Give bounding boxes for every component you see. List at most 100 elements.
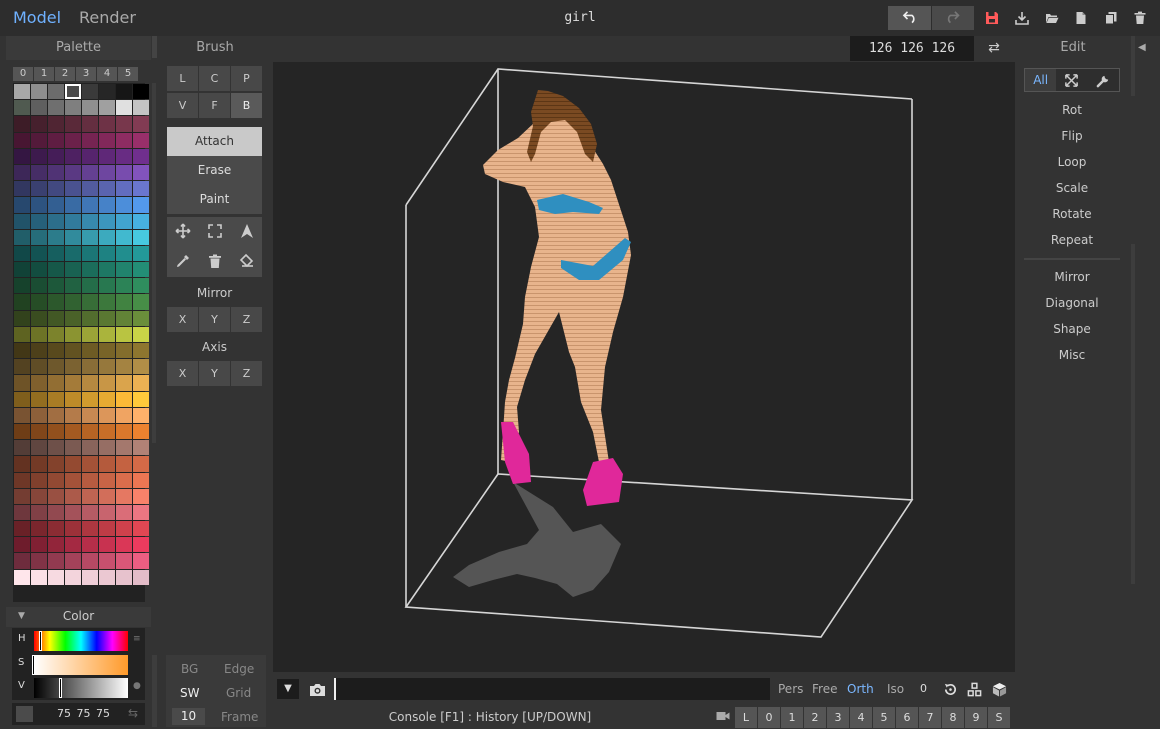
tool-attach[interactable]: Attach bbox=[167, 127, 262, 156]
palette-swatch[interactable] bbox=[65, 148, 81, 164]
palette-swatch[interactable] bbox=[65, 521, 81, 537]
screenshot-button[interactable] bbox=[306, 679, 328, 699]
redo-button[interactable] bbox=[932, 6, 974, 30]
palette-swatch[interactable] bbox=[133, 488, 149, 504]
palette-swatch[interactable] bbox=[48, 164, 64, 181]
edit-item-diagonal[interactable]: Diagonal bbox=[1024, 296, 1120, 310]
edit-item-loop[interactable]: Loop bbox=[1024, 155, 1120, 169]
palette-swatch[interactable] bbox=[48, 472, 64, 488]
palette-swatch[interactable] bbox=[31, 521, 47, 537]
palette-swatch[interactable] bbox=[31, 197, 47, 213]
palette-swatch[interactable] bbox=[65, 375, 81, 391]
palette-swatch[interactable] bbox=[14, 456, 30, 472]
palette-swatch[interactable] bbox=[65, 326, 81, 342]
palette-swatch[interactable] bbox=[99, 391, 115, 407]
snapshot-slot[interactable]: 1 bbox=[781, 707, 803, 728]
palette-swatch[interactable] bbox=[31, 148, 47, 164]
new-file-button[interactable] bbox=[1071, 6, 1091, 30]
palette-swatch[interactable] bbox=[116, 181, 132, 197]
palette-swatch[interactable] bbox=[133, 229, 149, 245]
palette-swatch[interactable] bbox=[14, 521, 30, 537]
palette-swatch[interactable] bbox=[65, 116, 81, 132]
palette-swatch[interactable] bbox=[65, 278, 81, 294]
palette-swatch[interactable] bbox=[48, 488, 64, 504]
brush-shape-b[interactable]: B bbox=[231, 93, 262, 118]
palette-swatch[interactable] bbox=[65, 181, 81, 197]
palette-swatch[interactable] bbox=[133, 343, 149, 359]
palette-swatch[interactable] bbox=[133, 407, 149, 423]
snapshot-slot[interactable]: 3 bbox=[827, 707, 849, 728]
palette-swatch[interactable] bbox=[31, 569, 47, 585]
palette-swatch[interactable] bbox=[116, 262, 132, 278]
palette-swatch[interactable] bbox=[65, 245, 81, 262]
model-dimensions[interactable]: 126 126 126 bbox=[850, 36, 974, 61]
brush-shape-c[interactable]: C bbox=[199, 66, 230, 91]
frame-label[interactable]: Frame bbox=[221, 710, 258, 724]
palette-swatch[interactable] bbox=[14, 164, 30, 181]
palette-swatch[interactable] bbox=[65, 310, 81, 326]
palette-swatch[interactable] bbox=[14, 326, 30, 342]
palette-swatch[interactable] bbox=[31, 229, 47, 245]
palette-swatch[interactable] bbox=[48, 391, 64, 407]
palette-swatch[interactable] bbox=[65, 456, 81, 472]
edit-item-shape[interactable]: Shape bbox=[1024, 322, 1120, 336]
palette-swatch[interactable] bbox=[99, 116, 115, 132]
palette-swatch[interactable] bbox=[31, 326, 47, 342]
palette-swatch[interactable] bbox=[99, 440, 115, 456]
palette-swatch[interactable] bbox=[116, 229, 132, 245]
palette-swatch[interactable] bbox=[133, 456, 149, 472]
palette-swatch[interactable] bbox=[82, 440, 98, 456]
palette-swatch[interactable] bbox=[65, 391, 81, 407]
palette-swatch[interactable] bbox=[48, 262, 64, 278]
palette-swatch[interactable] bbox=[116, 521, 132, 537]
palette-swatch[interactable] bbox=[31, 132, 47, 148]
mirror-z-button[interactable]: Z bbox=[231, 307, 262, 332]
palette-swatch[interactable] bbox=[65, 359, 81, 375]
palette-swatch[interactable] bbox=[116, 343, 132, 359]
palette-swatch[interactable] bbox=[65, 262, 81, 278]
palette-swatch[interactable] bbox=[65, 537, 81, 553]
mode-render-tab[interactable]: Render bbox=[79, 8, 136, 27]
palette-swatch[interactable] bbox=[116, 375, 132, 391]
palette-swatch[interactable] bbox=[14, 100, 30, 116]
palette-swatch[interactable] bbox=[31, 100, 47, 116]
cube-view-button[interactable] bbox=[990, 680, 1008, 698]
edit-scrollbar-top[interactable] bbox=[1131, 36, 1135, 96]
tool-paint[interactable]: Paint bbox=[167, 185, 262, 214]
palette-swatch[interactable] bbox=[31, 456, 47, 472]
palette-swatch[interactable] bbox=[14, 294, 30, 310]
brush-shape-f[interactable]: F bbox=[199, 93, 230, 118]
color-header[interactable]: ▼ Color bbox=[6, 607, 151, 627]
saturation-slider[interactable] bbox=[34, 655, 128, 675]
palette-swatch[interactable] bbox=[99, 245, 115, 262]
palette-swatch[interactable] bbox=[31, 278, 47, 294]
palette-swatch[interactable] bbox=[65, 213, 81, 229]
palette-swatch[interactable] bbox=[31, 181, 47, 197]
palette-swatch[interactable] bbox=[31, 262, 47, 278]
palette-tab-0[interactable]: 0 bbox=[13, 67, 33, 81]
edit-item-rot[interactable]: Rot bbox=[1024, 103, 1120, 117]
palette-swatch[interactable] bbox=[82, 472, 98, 488]
palette-swatch[interactable] bbox=[82, 229, 98, 245]
palette-swatch[interactable] bbox=[48, 197, 64, 213]
palette-swatch[interactable] bbox=[65, 504, 81, 521]
palette-swatch[interactable] bbox=[14, 343, 30, 359]
palette-swatch[interactable] bbox=[48, 440, 64, 456]
palette-swatch[interactable] bbox=[48, 245, 64, 262]
frame-number-input[interactable]: 10 bbox=[172, 708, 205, 725]
palette-swatch[interactable] bbox=[82, 164, 98, 181]
palette-swatch[interactable] bbox=[31, 343, 47, 359]
palette-swatch[interactable] bbox=[14, 391, 30, 407]
color-preview-swatch[interactable] bbox=[16, 706, 33, 722]
palette-swatch[interactable] bbox=[14, 553, 30, 569]
palette-swatch[interactable] bbox=[116, 569, 132, 585]
palette-swatch[interactable] bbox=[14, 423, 30, 440]
view-pers[interactable]: Pers bbox=[778, 682, 803, 696]
snapshot-slot[interactable]: 9 bbox=[965, 707, 987, 728]
palette-swatch[interactable] bbox=[14, 148, 30, 164]
palette-swatch[interactable] bbox=[31, 472, 47, 488]
palette-swatch[interactable] bbox=[82, 423, 98, 440]
palette-swatch[interactable] bbox=[14, 310, 30, 326]
palette-tab-4[interactable]: 4 bbox=[97, 67, 117, 81]
palette-swatch[interactable] bbox=[133, 521, 149, 537]
